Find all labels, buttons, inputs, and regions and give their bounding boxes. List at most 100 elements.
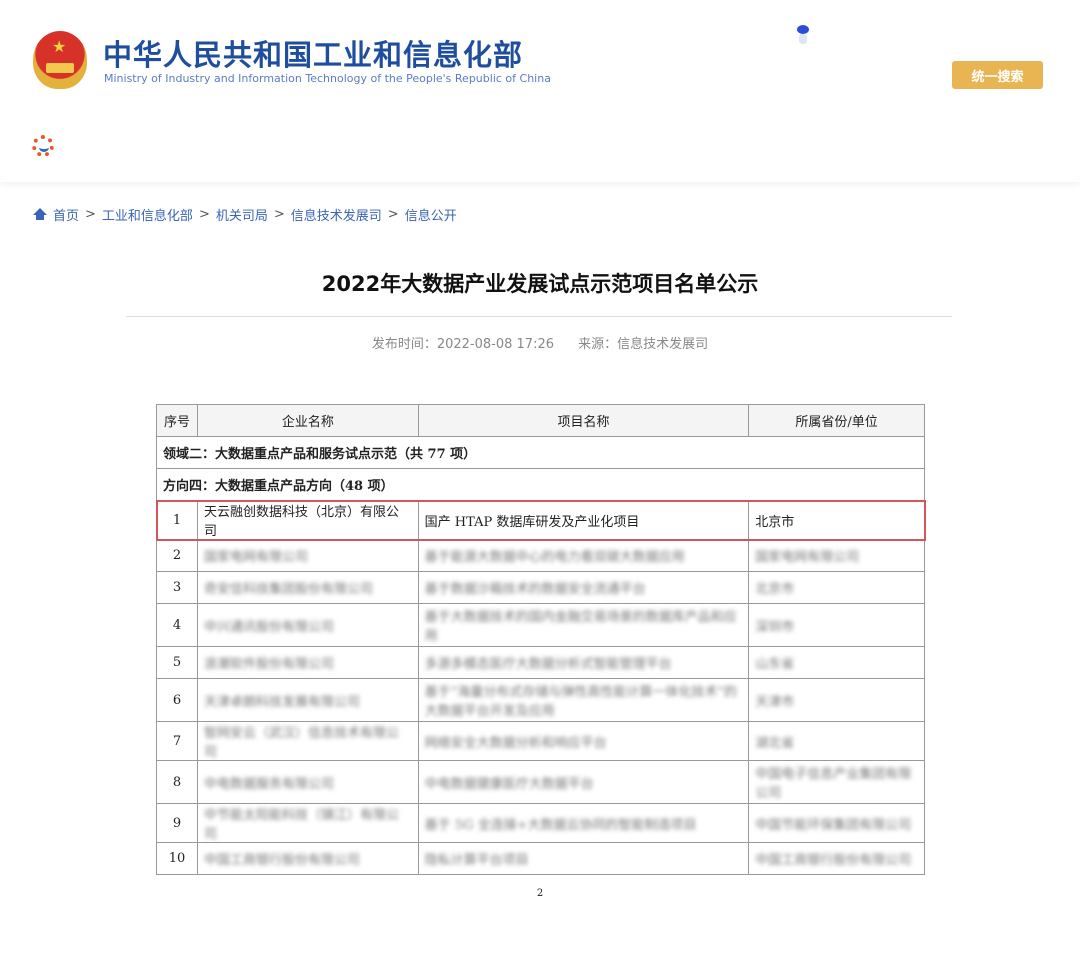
company-name: 天津卓朗科技发展有限公司 bbox=[196, 678, 419, 722]
blurred-text: 智网安云（武汉）信息技术有限公司 bbox=[203, 726, 399, 760]
company-name: 中电数据服务有限公司 bbox=[196, 760, 419, 804]
col-header-province: 所属省份/单位 bbox=[748, 404, 925, 437]
company-name: 国家电网有限公司 bbox=[196, 539, 419, 572]
company-name: 智网安云（武汉）信息技术有限公司 bbox=[196, 721, 419, 761]
assistant-robot-icon[interactable] bbox=[797, 22, 809, 44]
row-index: 5 bbox=[156, 646, 198, 679]
col-header-project: 项目名称 bbox=[417, 404, 750, 437]
company-name: 中节能太阳能科技（镇江）有限公司 bbox=[196, 803, 419, 843]
breadcrumb-departments[interactable]: 机关司局 bbox=[216, 205, 268, 224]
province: 山东省 bbox=[748, 646, 925, 679]
blurred-text: 中国节能环保集团有限公司 bbox=[755, 817, 912, 833]
blurred-text: 中节能太阳能科技（镇江）有限公司 bbox=[203, 808, 399, 842]
blurred-text: 中兴通讯股份有限公司 bbox=[203, 619, 334, 635]
table-row: 8 中电数据服务有限公司 中电数据健康医疗大数据平台 中国电子信息产业集团有限公司 bbox=[156, 760, 925, 804]
article-source: 来源：信息技术发展司 bbox=[578, 337, 709, 352]
table-row: 10 中国工商银行股份有限公司 隐私计算平台项目 中国工商银行股份有限公司 bbox=[156, 842, 925, 875]
table-row: 3 奇安信科技集团股份有限公司 基于数据沙箱技术的数据安全流通平台 北京市 bbox=[156, 571, 925, 604]
project-name: 多源多模态医疗大数据分析式智能管理平台 bbox=[417, 646, 750, 679]
page-number: 2 bbox=[536, 888, 544, 899]
project-name: 国产 HTAP 数据库研发及产业化项目 bbox=[417, 500, 750, 540]
row-index: 3 bbox=[156, 571, 198, 604]
project-name: 隐私计算平台项目 bbox=[417, 842, 750, 875]
province: 湖北省 bbox=[748, 721, 925, 761]
province: 国家电网有限公司 bbox=[748, 539, 925, 572]
province: 北京市 bbox=[748, 500, 925, 540]
blurred-text: 深圳市 bbox=[755, 619, 795, 635]
blurred-text: 中国工商银行股份有限公司 bbox=[203, 853, 360, 868]
col-header-index: 序号 bbox=[156, 404, 198, 437]
blurred-text: 基于数据沙箱技术的数据安全流通平台 bbox=[424, 582, 646, 597]
province: 中国节能环保集团有限公司 bbox=[748, 803, 925, 843]
blurred-text: 湖北省 bbox=[755, 735, 795, 751]
row-index: 2 bbox=[156, 539, 198, 572]
breadcrumb: 首页 > 工业和信息化部 > 机关司局 > 信息技术发展司 > 信息公开 bbox=[33, 205, 457, 224]
company-name: 奇安信科技集团股份有限公司 bbox=[196, 571, 419, 604]
blurred-text: 基于 5G 全连接+大数据云协同的智能制造项目 bbox=[424, 817, 697, 833]
blurred-text: 天津市 bbox=[755, 694, 795, 710]
blurred-text: 基于大数据技术的国内金融交易场景的数据库产品和应用 bbox=[424, 610, 737, 644]
blurred-text: 浪潮软件股份有限公司 bbox=[203, 657, 334, 672]
breadcrumb-separator: > bbox=[387, 207, 399, 222]
blurred-text: 多源多模态医疗大数据分析式智能管理平台 bbox=[424, 657, 672, 672]
section-row: 领域二：大数据重点产品和服务试点示范（共 77 项） bbox=[156, 436, 925, 469]
breadcrumb-separator: > bbox=[85, 207, 96, 222]
project-name: 基于“海量分布式存储与弹性高性能计算一体化技术”的大数据平台开发及应用 bbox=[417, 678, 750, 722]
site-name-en: Ministry of Industry and Information Tec… bbox=[104, 72, 551, 85]
company-name: 天云融创数据科技（北京）有限公司 bbox=[196, 500, 419, 540]
subsection-label: 方向四：大数据重点产品方向（48 项） bbox=[156, 468, 925, 501]
province: 中国工商银行股份有限公司 bbox=[748, 842, 925, 875]
company-name: 中国工商银行股份有限公司 bbox=[196, 842, 419, 875]
table-row: 2 国家电网有限公司 基于能源大数据中心的电力看双碳大数据应用 国家电网有限公司 bbox=[156, 539, 925, 572]
blurred-text: 中电数据服务有限公司 bbox=[203, 776, 334, 792]
row-index: 8 bbox=[156, 760, 198, 804]
blurred-text: 中国工商银行股份有限公司 bbox=[755, 853, 912, 868]
project-list-table: 序号 企业名称 项目名称 所属省份/单位 领域二：大数据重点产品和服务试点示范（… bbox=[155, 404, 926, 875]
highlighted-table-row: 1 天云融创数据科技（北京）有限公司 国产 HTAP 数据库研发及产业化项目 北京市 bbox=[155, 499, 926, 541]
article-title: 2022年大数据产业发展试点示范项目名单公示 bbox=[321, 272, 759, 296]
blurred-text: 中国电子信息产业集团有限公司 bbox=[755, 767, 912, 801]
province: 北京市 bbox=[748, 571, 925, 604]
national-emblem-logo[interactable]: ★ bbox=[33, 31, 87, 89]
row-index: 7 bbox=[156, 721, 198, 761]
breadcrumb-miit[interactable]: 工业和信息化部 bbox=[102, 205, 193, 224]
breadcrumb-home[interactable]: 首页 bbox=[53, 205, 79, 224]
blurred-text: 基于“海量分布式存储与弹性高性能计算一体化技术”的大数据平台开发及应用 bbox=[424, 685, 737, 719]
title-divider bbox=[126, 316, 952, 317]
breadcrumb-info-disclosure[interactable]: 信息公开 bbox=[405, 205, 457, 224]
breadcrumb-separator: > bbox=[198, 207, 210, 222]
unified-search-button[interactable]: 统一搜索 bbox=[952, 61, 1043, 89]
table-row: 4 中兴通讯股份有限公司 基于大数据技术的国内金融交易场景的数据库产品和应用 深圳市 bbox=[156, 603, 925, 647]
company-name: 浪潮软件股份有限公司 bbox=[196, 646, 419, 679]
blurred-text: 天津卓朗科技发展有限公司 bbox=[203, 694, 360, 710]
table-header-row: 序号 企业名称 项目名称 所属省份/单位 bbox=[156, 404, 925, 437]
project-name: 中电数据健康医疗大数据平台 bbox=[417, 760, 750, 804]
project-name: 基于 5G 全连接+大数据云协同的智能制造项目 bbox=[417, 803, 750, 843]
project-name: 网络安全大数据分析和响应平台 bbox=[417, 721, 750, 761]
project-name: 基于大数据技术的国内金融交易场景的数据库产品和应用 bbox=[417, 603, 750, 647]
province: 深圳市 bbox=[748, 603, 925, 647]
row-index: 1 bbox=[156, 500, 198, 540]
gov-e-logo-icon[interactable] bbox=[32, 135, 54, 157]
table-row: 5 浪潮软件股份有限公司 多源多模态医疗大数据分析式智能管理平台 山东省 bbox=[156, 646, 925, 679]
breadcrumb-it-dept[interactable]: 信息技术发展司 bbox=[291, 205, 382, 224]
home-icon[interactable] bbox=[33, 208, 47, 221]
province: 天津市 bbox=[748, 678, 925, 722]
subsection-row: 方向四：大数据重点产品方向（48 项） bbox=[156, 468, 925, 501]
blurred-text: 中电数据健康医疗大数据平台 bbox=[424, 776, 594, 792]
table-row: 7 智网安云（武汉）信息技术有限公司 网络安全大数据分析和响应平台 湖北省 bbox=[156, 721, 925, 761]
project-name: 基于数据沙箱技术的数据安全流通平台 bbox=[417, 571, 750, 604]
table-row: 9 中节能太阳能科技（镇江）有限公司 基于 5G 全连接+大数据云协同的智能制造项目… bbox=[156, 803, 925, 843]
row-index: 10 bbox=[156, 842, 198, 875]
blurred-text: 奇安信科技集团股份有限公司 bbox=[203, 582, 373, 597]
row-index: 4 bbox=[156, 603, 198, 647]
blurred-text: 隐私计算平台项目 bbox=[424, 853, 529, 868]
province: 中国电子信息产业集团有限公司 bbox=[748, 760, 925, 804]
blurred-text: 北京市 bbox=[755, 582, 795, 597]
company-name: 中兴通讯股份有限公司 bbox=[196, 603, 419, 647]
site-name-cn[interactable]: 中华人民共和国工业和信息化部 bbox=[103, 32, 523, 74]
table-row: 6 天津卓朗科技发展有限公司 基于“海量分布式存储与弹性高性能计算一体化技术”的大数… bbox=[156, 678, 925, 722]
blurred-text: 山东省 bbox=[755, 657, 795, 672]
section-label: 领域二：大数据重点产品和服务试点示范（共 77 项） bbox=[156, 436, 925, 469]
col-header-company: 企业名称 bbox=[196, 404, 419, 437]
